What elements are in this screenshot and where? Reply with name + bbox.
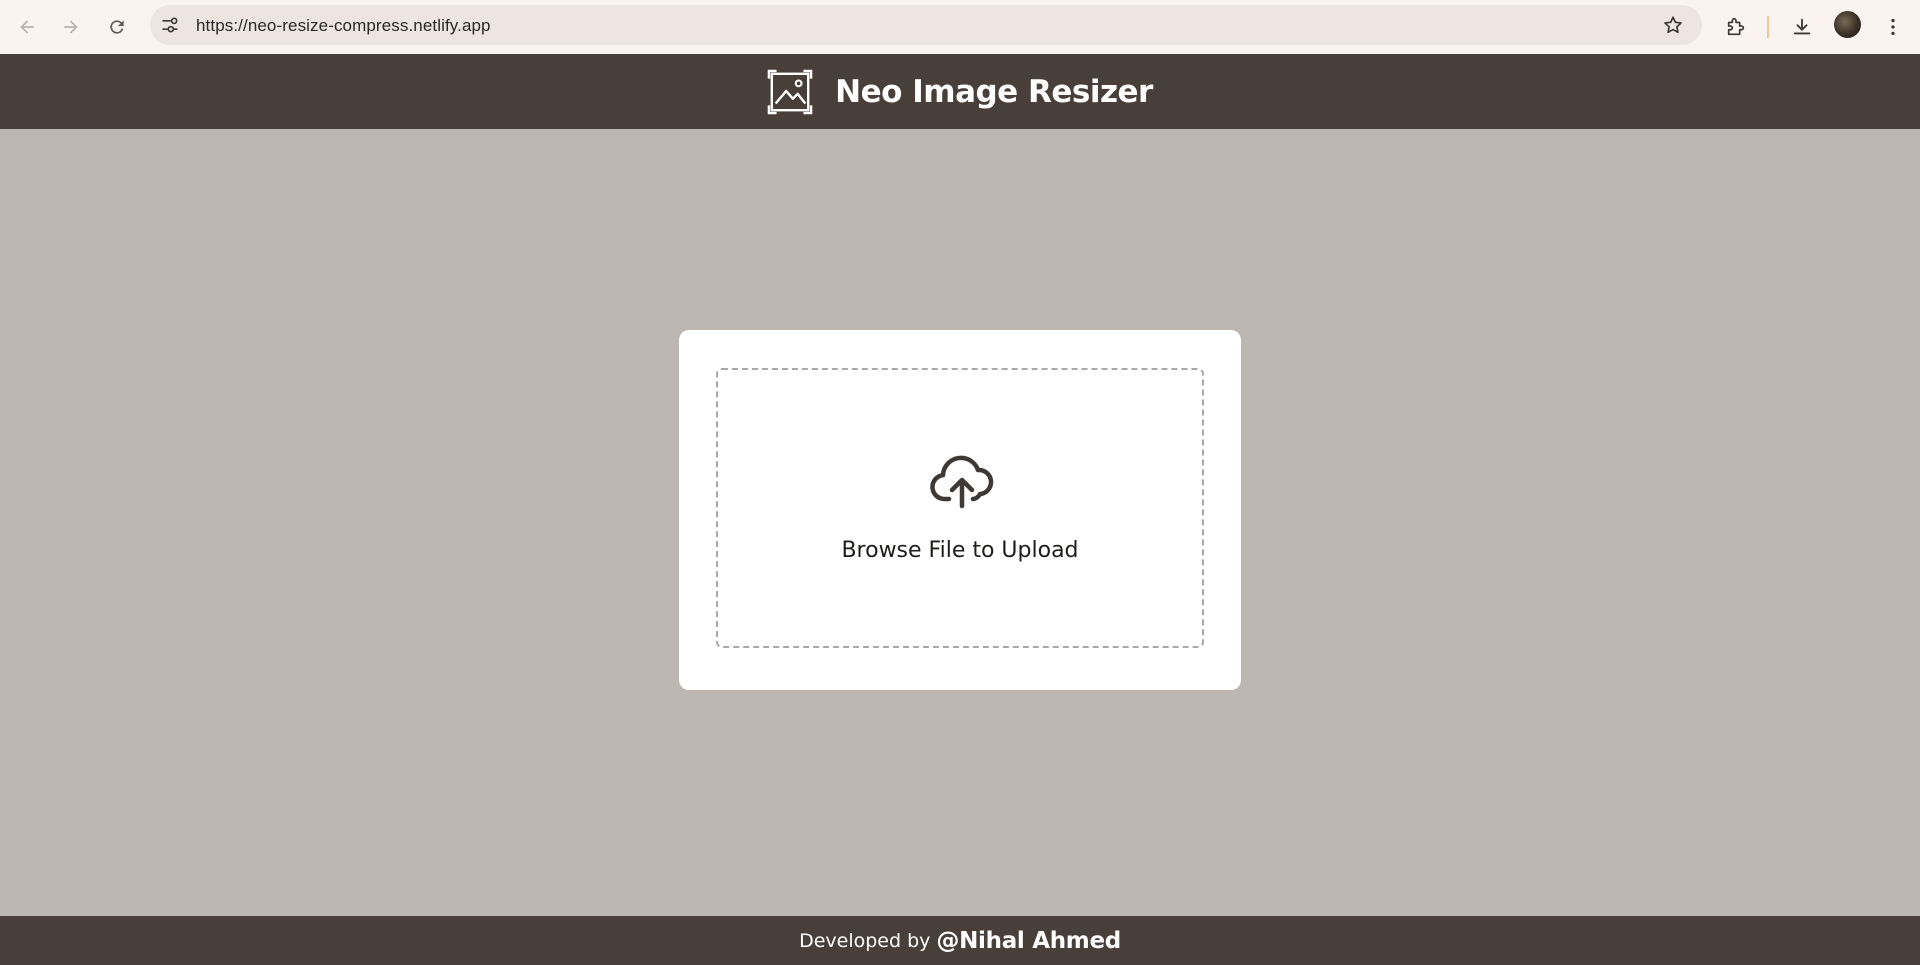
footer-prefix: Developed by [799,929,931,952]
star-icon[interactable] [1662,14,1684,36]
downloads-button[interactable] [1787,12,1817,42]
file-dropzone[interactable]: Browse File to Upload [716,368,1204,648]
upload-card: Browse File to Upload [679,330,1241,690]
forward-button[interactable] [56,12,86,42]
puzzle-icon [1727,17,1745,36]
reload-icon [110,20,124,34]
browser-menu-button[interactable] [1878,12,1908,42]
browser-toolbar: https://neo-resize-compress.netlify.app [0,0,1920,54]
url-text[interactable]: https://neo-resize-compress.netlify.app [196,16,491,36]
address-bar[interactable]: https://neo-resize-compress.netlify.app [150,5,1702,45]
download-icon [1793,18,1811,35]
kebab-menu-icon [1891,18,1895,36]
tune-icon[interactable] [160,15,180,35]
profile-avatar[interactable] [1834,11,1861,38]
image-resize-icon [767,69,813,114]
back-button[interactable] [12,12,42,42]
arrow-right-icon [64,20,78,34]
app-title: Neo Image Resizer [835,73,1153,110]
app-footer: Developed by @Nihal Ahmed [0,916,1920,965]
app-header: Neo Image Resizer [0,54,1920,129]
arrow-left-icon [20,20,34,34]
reload-button[interactable] [102,12,132,42]
author-link[interactable]: @Nihal Ahmed [936,928,1121,954]
extensions-button[interactable] [1721,12,1751,42]
browse-file-label[interactable]: Browse File to Upload [718,538,1202,563]
cloud-upload-icon [930,455,994,509]
toolbar-divider [1767,16,1769,38]
